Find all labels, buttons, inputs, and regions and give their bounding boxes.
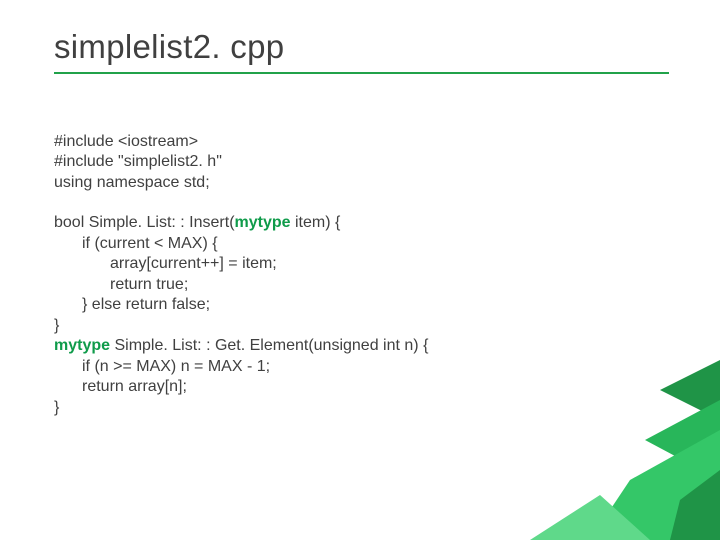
code-line: return array[n]; <box>54 377 666 397</box>
code-block: #include <iostream> #include "simplelist… <box>54 132 666 418</box>
code-text: bool Simple. List: : Insert( <box>54 214 235 231</box>
slide-title: simplelist2. cpp <box>54 28 666 66</box>
code-keyword-mytype: mytype <box>235 214 291 231</box>
code-gap <box>54 193 666 213</box>
code-line: } <box>54 398 666 418</box>
code-line: using namespace std; <box>54 173 666 193</box>
code-line: } else return false; <box>54 295 666 315</box>
code-text: item) { <box>291 214 341 231</box>
code-line: #include <iostream> <box>54 132 666 152</box>
code-line: if (current < MAX) { <box>54 234 666 254</box>
slide: simplelist2. cpp #include <iostream> #in… <box>0 0 720 540</box>
code-line: return true; <box>54 275 666 295</box>
title-underline <box>54 72 669 74</box>
code-keyword-mytype: mytype <box>54 337 110 354</box>
code-line: #include "simplelist2. h" <box>54 152 666 172</box>
code-line: bool Simple. List: : Insert(mytype item)… <box>54 213 666 233</box>
code-line: array[current++] = item; <box>54 254 666 274</box>
code-line: } <box>54 316 666 336</box>
code-text: Simple. List: : Get. Element(unsigned in… <box>110 337 428 354</box>
code-line: if (n >= MAX) n = MAX - 1; <box>54 357 666 377</box>
code-line: mytype Simple. List: : Get. Element(unsi… <box>54 336 666 356</box>
